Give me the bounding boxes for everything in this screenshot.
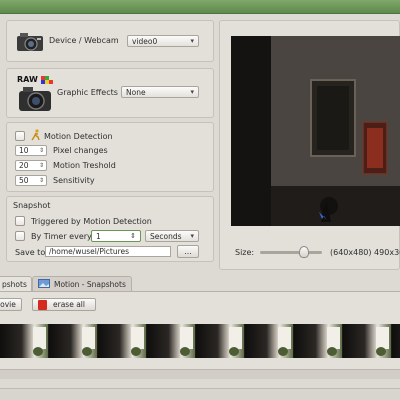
movie-button-label: ovie [0,300,16,309]
effects-select-value: None [126,87,146,97]
motion-frame: Motion Detection 10 ⇕ Pixel changes 20 ⇕… [6,122,214,192]
snapshot-thumbnail[interactable] [98,324,146,358]
size-slider[interactable] [260,251,322,254]
running-figure-icon [31,129,41,143]
browse-button[interactable]: ... [177,245,199,258]
pixel-changes-value: 10 [19,146,29,155]
snapshot-thumbnail[interactable] [196,324,244,358]
device-label: Device / Webcam [49,36,119,45]
spin-arrows-icon: ⇕ [38,147,44,154]
chevron-down-icon: ▾ [190,232,194,240]
device-select[interactable]: video0 ▾ [127,35,199,47]
erase-all-label: erase all [53,300,85,309]
horizontal-scrollbar[interactable] [0,369,400,379]
snapshot-thumbnail[interactable] [49,324,97,358]
sensitivity-label: Sensitivity [53,176,95,185]
motion-detection-checkbox[interactable] [15,131,25,141]
snapshot-thumbnail[interactable] [294,324,342,358]
tab-snapshots[interactable]: pshots [0,276,32,292]
preview-frame: Size: (640x480) 490x36 [219,20,400,270]
effects-select[interactable]: None ▾ [121,86,199,98]
timer-interval-value: 1 [96,231,101,241]
timer-unit-value: Seconds [150,231,182,241]
size-slider-handle[interactable] [299,246,309,258]
snapshot-thumbnail[interactable] [0,324,48,358]
snapshot-thumbnail[interactable] [343,324,391,358]
snapshot-filmstrip[interactable] [0,324,400,358]
tab-snapshots-label: pshots [2,280,27,289]
device-select-value: video0 [132,36,158,46]
motion-threshold-spinner[interactable]: 20 ⇕ [15,160,47,171]
sensitivity-spinner[interactable]: 50 ⇕ [15,175,47,186]
motion-threshold-value: 20 [19,161,29,170]
effects-frame: RAW Graphic Effects None ▾ [6,68,214,118]
snapshot-title: Snapshot [13,201,51,210]
snapshot-thumbnail[interactable] [245,324,293,358]
snapshot-frame: Snapshot Triggered by Motion Detection B… [6,196,214,262]
chevron-down-icon: ▾ [190,88,194,96]
tab-motion-snapshots[interactable]: Motion - Snapshots [32,276,132,292]
save-to-label: Save to [15,248,46,257]
save-path-value: /home/wusel/Pictures [49,247,130,256]
effects-label: Graphic Effects [57,88,118,97]
browse-button-label: ... [184,247,192,256]
spin-arrows-icon: ⇕ [38,177,44,184]
snapshot-thumbnail[interactable] [147,324,195,358]
spin-arrows-icon: ⇕ [130,232,136,240]
triggered-by-motion-checkbox[interactable] [15,216,25,226]
motion-detection-label: Motion Detection [44,131,113,141]
save-path-input[interactable]: /home/wusel/Pictures [45,246,171,257]
size-value: (640x480) 490x36 [330,248,400,257]
image-icon [38,279,50,290]
window-top-bar [0,0,400,14]
device-frame: Device / Webcam video0 ▾ [6,20,214,62]
movie-button[interactable]: ovie [0,298,22,311]
erase-icon [38,299,47,310]
size-label: Size: [235,248,255,257]
snapshot-thumbnail[interactable] [392,324,400,358]
erase-all-button[interactable]: erase all [32,298,96,311]
pixel-changes-label: Pixel changes [53,146,108,155]
sensitivity-value: 50 [19,176,29,185]
snapshot-tabs: pshots Motion - Snapshots [0,274,400,292]
by-timer-label: By Timer every [31,231,92,241]
triggered-by-motion-label: Triggered by Motion Detection [31,216,152,226]
timer-unit-select[interactable]: Seconds ▾ [145,230,199,242]
tab-motion-snapshots-label: Motion - Snapshots [54,280,126,289]
by-timer-checkbox[interactable] [15,231,25,241]
spin-arrows-icon: ⇕ [38,162,44,169]
motion-threshold-label: Motion Treshold [53,161,116,170]
status-bar [0,388,400,400]
webcam-preview [231,36,400,226]
chevron-down-icon: ▾ [190,37,194,45]
timer-interval-spinner[interactable]: 1 ⇕ [91,230,141,242]
pixel-changes-spinner[interactable]: 10 ⇕ [15,145,47,156]
raw-camera-icon: RAW [15,75,55,115]
webcam-icon [15,31,45,55]
